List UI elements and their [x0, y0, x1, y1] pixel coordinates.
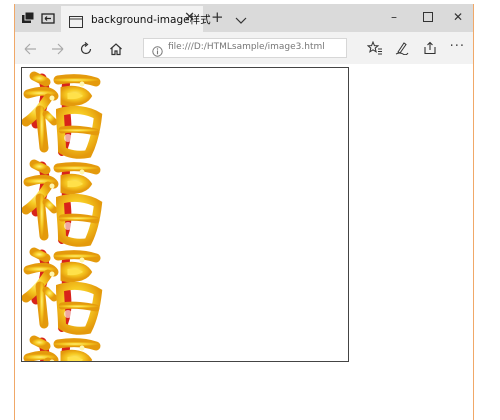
close-window-button[interactable]: ✕	[453, 8, 463, 26]
pen-icon[interactable]	[395, 40, 409, 59]
navigation-toolbar: file:///D:/HTMLsample/image3.html ···	[15, 32, 473, 64]
browser-window: background-image样式 ✕ + – ✕ file:///D:/HT…	[14, 4, 474, 420]
forward-arrow-icon[interactable]	[51, 41, 65, 60]
chevron-down-icon[interactable]	[235, 10, 247, 29]
fu-character-image	[22, 332, 104, 362]
background-image-box	[21, 67, 349, 362]
more-button[interactable]: ···	[450, 39, 465, 54]
page-content	[15, 64, 473, 420]
set-aside-tabs-icon[interactable]	[41, 11, 55, 25]
tab-bar: background-image样式 ✕ + – ✕	[15, 4, 473, 32]
minimize-button[interactable]: –	[391, 8, 397, 26]
favorites-icon[interactable]	[366, 40, 383, 59]
page-icon	[69, 13, 83, 32]
back-arrow-icon[interactable]	[23, 41, 37, 60]
fu-character-image	[22, 68, 104, 160]
maximize-button[interactable]	[423, 8, 433, 27]
tab-actions-icon[interactable]	[21, 11, 35, 25]
new-tab-button[interactable]: +	[211, 8, 224, 26]
address-url: file:///D:/HTMLsample/image3.html	[168, 42, 325, 52]
fu-character-image	[22, 244, 104, 336]
tab-active[interactable]: background-image样式 ✕	[61, 6, 211, 32]
refresh-icon[interactable]	[79, 41, 93, 60]
info-icon[interactable]	[152, 42, 163, 61]
share-icon[interactable]	[423, 40, 437, 59]
fu-character-image	[22, 156, 104, 248]
address-bar[interactable]: file:///D:/HTMLsample/image3.html	[143, 38, 347, 58]
close-icon[interactable]: ✕	[184, 11, 195, 25]
home-icon[interactable]	[109, 41, 123, 60]
